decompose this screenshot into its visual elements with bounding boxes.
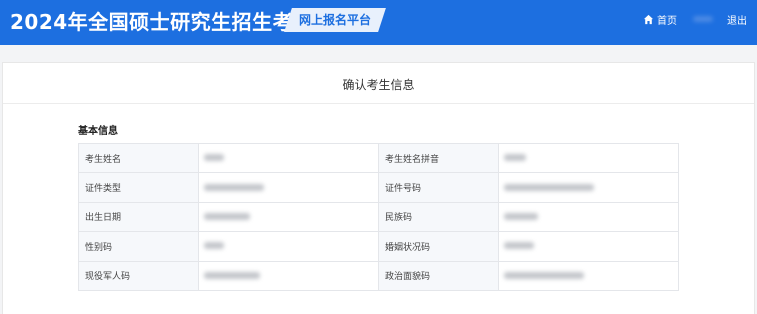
- platform-tag: 网上报名平台: [299, 13, 372, 27]
- redacted-value: [498, 260, 679, 291]
- top-navigation-bar: 2024年全国硕士研究生招生考试 网上报名平台 首页 退出: [0, 0, 757, 45]
- redacted-value: [198, 142, 379, 174]
- section-title: 基本信息: [78, 126, 118, 137]
- logout-link[interactable]: 退出: [727, 12, 747, 27]
- field-label: 政治面貌码: [378, 260, 499, 291]
- field-label: 证件类型: [78, 172, 199, 203]
- redacted-username: [693, 16, 713, 22]
- card-header: 确认考生信息: [3, 63, 754, 104]
- redacted-value: [498, 201, 679, 233]
- table-row: 性别码 婚姻状况码: [78, 231, 679, 262]
- field-label: 证件号码: [378, 172, 499, 203]
- redacted-value: [498, 142, 679, 174]
- table-row: 现役军人码 政治面貌码: [78, 260, 679, 291]
- field-label: 考生姓名: [78, 142, 199, 174]
- home-link[interactable]: 首页: [643, 12, 677, 27]
- field-label: 婚姻状况码: [378, 231, 499, 262]
- redacted-value: [198, 172, 379, 203]
- table-row: 考生姓名 考生姓名拼音: [78, 142, 679, 174]
- field-label: 性别码: [78, 231, 199, 262]
- redacted-value: [198, 231, 379, 262]
- site-title: 2024年全国硕士研究生招生考试: [10, 10, 314, 34]
- field-label: 现役军人码: [78, 260, 199, 291]
- redacted-value: [498, 231, 679, 262]
- field-label: 出生日期: [78, 201, 199, 233]
- card-title: 确认考生信息: [342, 78, 415, 92]
- field-label: 民族码: [378, 201, 499, 233]
- table-row: 证件类型 证件号码: [78, 172, 679, 203]
- home-icon: [643, 14, 654, 24]
- basic-info-table: 考生姓名 考生姓名拼音 证件类型 证件号码 出生日期 民族码 性别码 婚姻状况码…: [78, 142, 679, 291]
- redacted-value: [498, 172, 679, 203]
- table-row: 出生日期 民族码: [78, 201, 679, 233]
- field-label: 考生姓名拼音: [378, 142, 499, 174]
- redacted-value: [198, 260, 379, 291]
- home-link-label: 首页: [657, 15, 677, 27]
- redacted-value: [198, 201, 379, 233]
